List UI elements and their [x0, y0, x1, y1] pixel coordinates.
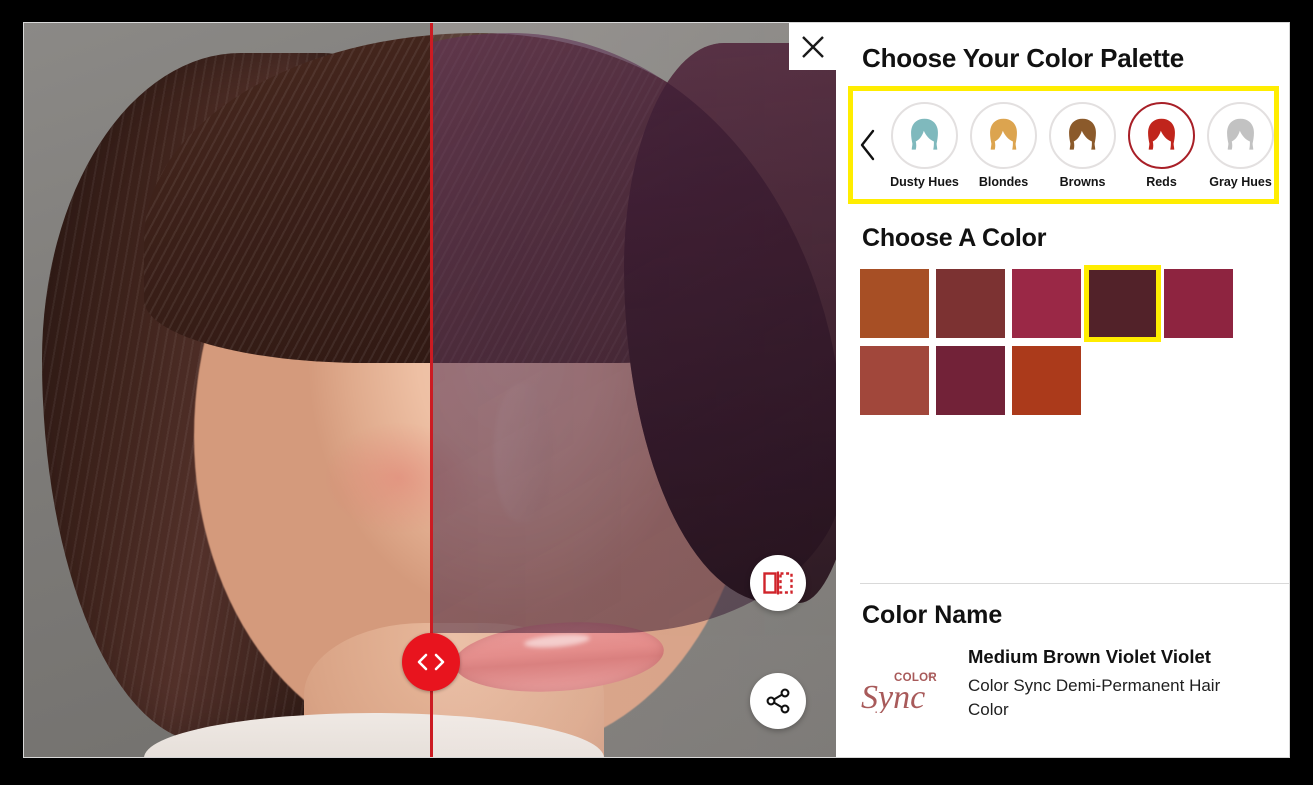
palette-item-browns[interactable]: Browns — [1043, 101, 1122, 189]
color-swatch-grid — [836, 253, 1236, 415]
palette-item-dusty-hues[interactable]: Dusty Hues — [885, 101, 964, 189]
palette-item-label: Browns — [1059, 174, 1106, 189]
hair-silhouette-icon — [1148, 118, 1175, 150]
color-swatch-6[interactable] — [936, 346, 1005, 415]
color-name-title: Color Name — [862, 601, 1003, 629]
product-name: Medium Brown Violet Violet — [968, 646, 1211, 667]
hair-silhouette-icon — [1227, 118, 1254, 150]
palette-swatch-circle — [1128, 101, 1195, 169]
color-section-title: Choose A Color — [862, 224, 1047, 252]
close-button[interactable] — [789, 23, 836, 70]
share-icon — [766, 688, 790, 714]
before-after-drag-handle[interactable] — [402, 633, 460, 691]
color-swatch-0[interactable] — [860, 269, 929, 338]
palette-swatch-circle — [891, 101, 958, 169]
color-swatch-2[interactable] — [1012, 269, 1081, 338]
palette-section-title: Choose Your Color Palette — [862, 43, 1184, 73]
color-swatch-5[interactable] — [860, 346, 929, 415]
product-description: Color Sync Demi-Permanent Hair Color — [968, 676, 1221, 720]
color-swatch-3[interactable] — [1084, 265, 1161, 342]
product-info: COLOR ® Sync Medium Brown Violet Violet … — [860, 645, 1280, 722]
palette-item-label: Dusty Hues — [890, 174, 959, 189]
model-nose — [494, 383, 552, 523]
palette-item-label: Gray Hues — [1209, 174, 1272, 189]
hair-silhouette-icon — [911, 118, 938, 150]
before-after-compare-icon — [763, 571, 793, 595]
hair-silhouette-icon — [990, 118, 1017, 150]
stage: Choose Your Color Palette Dusty Hues Blo… — [24, 23, 1289, 757]
section-divider — [860, 583, 1289, 584]
color-swatch-1[interactable] — [936, 269, 1005, 338]
chevron-left-icon — [860, 129, 875, 161]
model-blush — [324, 423, 474, 533]
left-right-chevrons-icon — [417, 653, 445, 671]
compare-view-button[interactable] — [750, 555, 806, 611]
chevron-right-icon — [1288, 129, 1289, 161]
palette-next-button[interactable] — [1282, 129, 1289, 161]
color-swatch-4[interactable] — [1164, 269, 1233, 338]
svg-text:Sync: Sync — [861, 679, 925, 713]
color-swatch-7[interactable] — [1012, 346, 1081, 415]
brand-logo-icon: COLOR ® Sync — [861, 672, 937, 716]
palette-item-gray-hues[interactable]: Gray Hues — [1201, 101, 1280, 189]
svg-text:®: ® — [928, 673, 933, 680]
palette-item-label: Reds — [1146, 174, 1177, 189]
palette-items: Dusty Hues Blondes Browns Reds Gray Hues — [883, 101, 1282, 189]
before-after-viewer[interactable] — [24, 23, 836, 757]
palette-swatch-circle — [1049, 101, 1116, 169]
palette-item-reds[interactable]: Reds — [1122, 101, 1201, 189]
palette-item-blondes[interactable]: Blondes — [964, 101, 1043, 189]
close-icon — [801, 35, 824, 58]
palette-prev-button[interactable] — [853, 129, 883, 161]
color-selection-panel: Choose Your Color Palette Dusty Hues Blo… — [836, 23, 1289, 757]
app-window: Choose Your Color Palette Dusty Hues Blo… — [0, 0, 1313, 785]
hair-silhouette-icon — [1069, 118, 1096, 150]
palette-swatch-circle — [970, 101, 1037, 169]
color-sync-logo: COLOR ® Sync — [860, 645, 952, 722]
palette-item-label: Blondes — [978, 174, 1029, 189]
palette-swatch-circle — [1207, 101, 1274, 169]
palette-carousel: Dusty Hues Blondes Browns Reds Gray Hues — [848, 86, 1279, 204]
share-button[interactable] — [750, 673, 806, 729]
product-text-block: Medium Brown Violet Violet Color Sync De… — [968, 645, 1280, 722]
